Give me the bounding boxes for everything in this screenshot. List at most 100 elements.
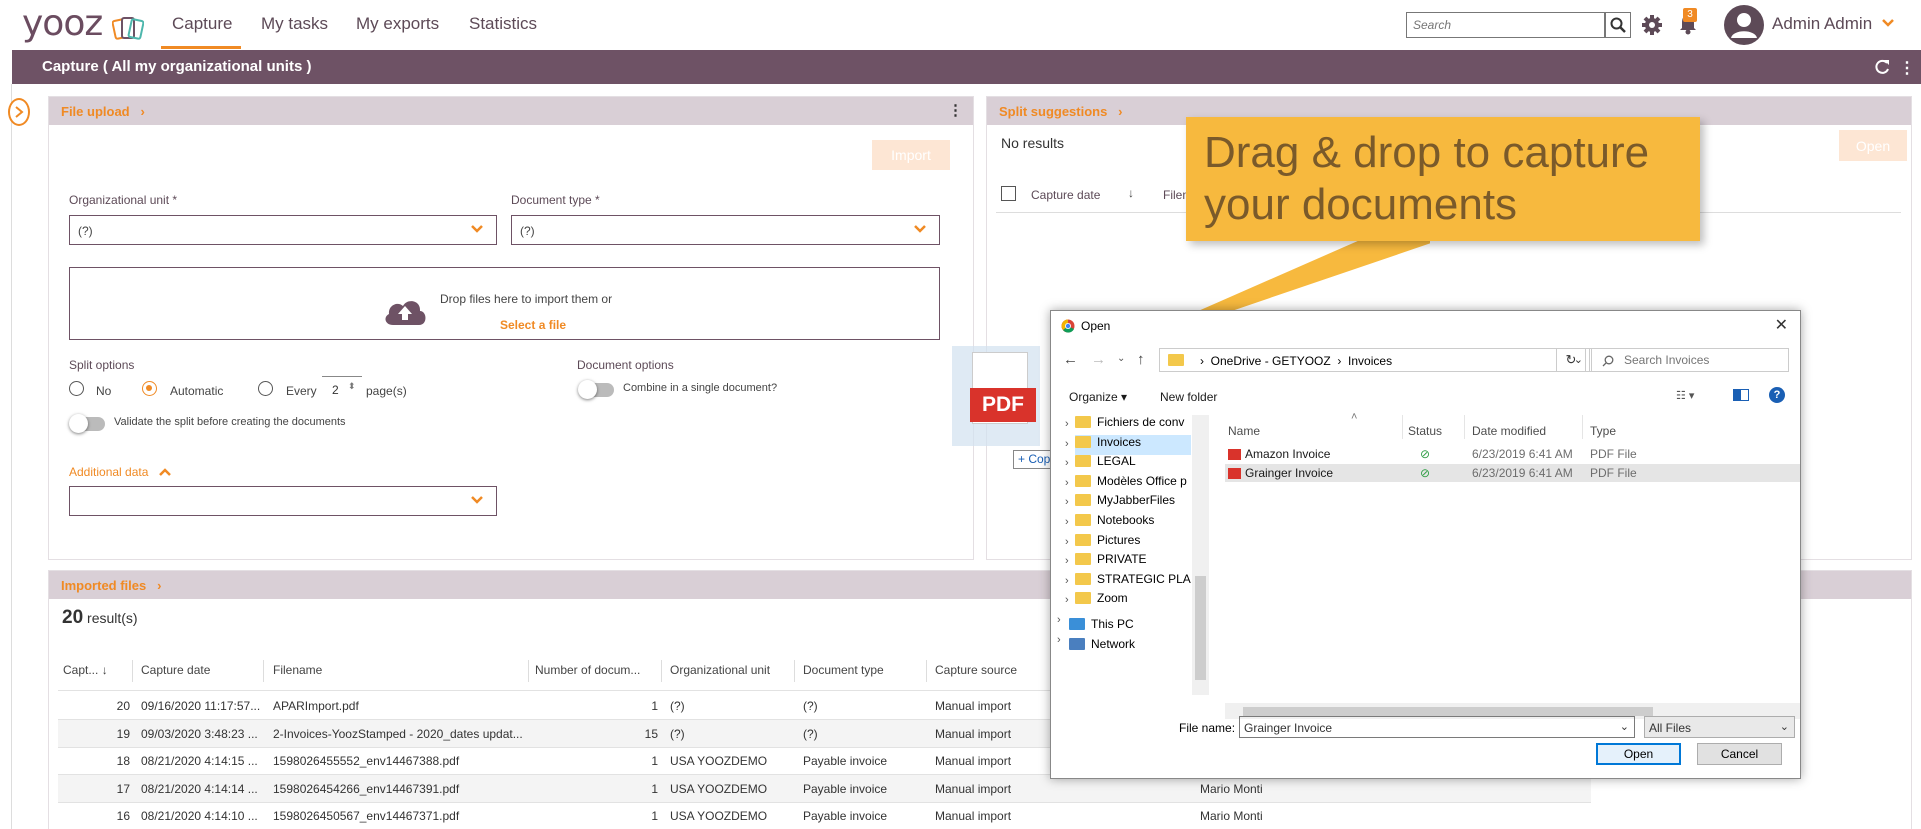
forward-arrow-icon[interactable]: →: [1091, 351, 1106, 368]
expand-arrow-icon[interactable]: ›: [1057, 614, 1061, 626]
avatar-icon[interactable]: [1723, 4, 1765, 46]
additional-data-select[interactable]: [69, 486, 497, 516]
open-suggestion-button[interactable]: Open: [1839, 130, 1907, 161]
select-file-link[interactable]: Select a file: [500, 318, 566, 332]
more-options-icon[interactable]: ⋮: [1899, 58, 1915, 78]
tab-capture[interactable]: Capture: [172, 14, 232, 34]
view-options-icon[interactable]: ☷ ▾: [1676, 389, 1694, 402]
select-all-checkbox[interactable]: [1001, 186, 1016, 201]
breadcrumb-onedrive[interactable]: OneDrive - GETYOOZ: [1211, 354, 1331, 368]
tab-my-exports[interactable]: My exports: [356, 14, 439, 34]
nav-item-myjabberfiles[interactable]: MyJabberFiles: [1075, 493, 1191, 513]
col-capture-date[interactable]: Capture date: [141, 663, 210, 677]
expand-panel-button[interactable]: [8, 98, 30, 126]
more-options-icon[interactable]: ⋮: [948, 101, 963, 119]
help-icon[interactable]: ?: [1769, 387, 1785, 403]
expand-arrow-icon[interactable]: ›: [1065, 516, 1069, 528]
file-name: Grainger Invoice: [1245, 466, 1334, 480]
doc-type-select[interactable]: (?): [511, 215, 940, 245]
col-filename[interactable]: Filename: [273, 663, 322, 677]
expand-arrow-icon[interactable]: ›: [1065, 457, 1069, 469]
refresh-icon[interactable]: [1873, 58, 1891, 76]
address-bar[interactable]: › OneDrive - GETYOOZ › Invoices ⌄: [1159, 348, 1592, 372]
dialog-search-input[interactable]: [1590, 349, 1788, 371]
up-arrow-icon[interactable]: ↑: [1137, 351, 1145, 368]
stepper-arrows-icon[interactable]: ⬍: [348, 381, 356, 392]
pages-stepper[interactable]: 2 ⬍: [322, 376, 362, 398]
pages-label: page(s): [366, 384, 407, 398]
drop-zone[interactable]: Drop files here to import them or Select…: [69, 267, 940, 340]
search-input[interactable]: [1407, 13, 1604, 37]
nav-item-private[interactable]: PRIVATE: [1075, 552, 1191, 572]
organize-menu[interactable]: Organize ▾: [1069, 390, 1127, 404]
col-document-type[interactable]: Document type: [803, 663, 884, 677]
expand-arrow-icon[interactable]: ›: [1065, 418, 1069, 430]
imported-files-title[interactable]: Imported files ›: [61, 578, 161, 593]
split-automatic-radio[interactable]: [142, 381, 157, 396]
col-date-modified[interactable]: Date modified: [1472, 424, 1546, 438]
combine-toggle[interactable]: [578, 380, 614, 399]
nav-item-strategic-plan[interactable]: STRATEGIC PLAN: [1075, 572, 1191, 592]
nav-item-pictures[interactable]: Pictures: [1075, 533, 1191, 553]
dialog-cancel-button[interactable]: Cancel: [1697, 743, 1782, 765]
tab-my-tasks[interactable]: My tasks: [261, 14, 328, 34]
expand-arrow-icon[interactable]: ›: [1065, 555, 1069, 567]
col-status[interactable]: Status: [1408, 424, 1442, 438]
expand-arrow-icon[interactable]: ›: [1057, 634, 1061, 646]
user-name[interactable]: Admin Admin: [1772, 14, 1872, 34]
file-name-input[interactable]: Grainger Invoice ⌄: [1239, 716, 1635, 738]
sort-arrow-icon[interactable]: ↓: [1128, 186, 1134, 200]
col-capture-source[interactable]: Capture source: [935, 663, 1017, 677]
tab-statistics[interactable]: Statistics: [469, 14, 537, 34]
nav-item-invoices[interactable]: Invoices: [1075, 434, 1191, 455]
split-every-radio[interactable]: [258, 381, 273, 396]
file-list-scroll-thumb[interactable]: [1243, 707, 1653, 716]
nav-item-legal[interactable]: LEGAL: [1075, 454, 1191, 474]
column-separator: [926, 660, 927, 682]
file-upload-title[interactable]: File upload ›: [61, 104, 145, 119]
dialog-open-button[interactable]: Open: [1596, 743, 1681, 765]
expand-arrow-icon[interactable]: ›: [1065, 536, 1069, 548]
breadcrumb-invoices[interactable]: Invoices: [1348, 354, 1392, 368]
search-button[interactable]: [1605, 12, 1631, 38]
nav-item-network[interactable]: Network: [1069, 637, 1185, 657]
file-row-amazon-invoice[interactable]: Amazon Invoice ⊘ 6/23/2019 6:41 AM PDF F…: [1225, 445, 1800, 463]
nav-item-zoom[interactable]: Zoom: [1075, 591, 1191, 611]
file-type-select[interactable]: All Files ⌄: [1644, 716, 1795, 738]
org-unit-select[interactable]: (?): [69, 215, 497, 245]
col-org-unit[interactable]: Organizational unit: [670, 663, 770, 677]
expand-arrow-icon[interactable]: ›: [1065, 575, 1069, 587]
col-capture-date[interactable]: Capture date: [1031, 188, 1100, 202]
file-row-grainger-invoice[interactable]: Grainger Invoice ⊘ 6/23/2019 6:41 AM PDF…: [1225, 464, 1800, 482]
col-capture-number[interactable]: Capt... ↓: [63, 663, 108, 677]
col-type[interactable]: Type: [1590, 424, 1616, 438]
new-folder-button[interactable]: New folder: [1160, 390, 1217, 404]
recent-dropdown-icon[interactable]: ⌄: [1117, 353, 1125, 364]
back-arrow-icon[interactable]: ←: [1063, 351, 1078, 368]
nav-item-notebooks[interactable]: Notebooks: [1075, 513, 1191, 533]
validate-split-toggle[interactable]: [69, 414, 105, 433]
expand-arrow-icon[interactable]: ›: [1065, 594, 1069, 606]
col-number-of-documents[interactable]: Number of docum...: [535, 663, 640, 677]
expand-arrow-icon[interactable]: ›: [1065, 477, 1069, 489]
import-button[interactable]: Import: [872, 140, 950, 170]
nav-item-this-pc[interactable]: This PC: [1069, 617, 1185, 637]
col-name[interactable]: Name: [1228, 424, 1260, 438]
nav-scroll-thumb[interactable]: [1195, 576, 1206, 680]
refresh-icon[interactable]: ↻: [1556, 348, 1586, 372]
expand-arrow-icon[interactable]: ›: [1065, 496, 1069, 508]
folder-icon: [1075, 474, 1091, 487]
additional-data-toggle[interactable]: Additional data: [69, 465, 172, 479]
nav-item-mod-les-office-p[interactable]: Modèles Office p: [1075, 474, 1191, 494]
split-suggestions-title[interactable]: Split suggestions ›: [999, 104, 1123, 119]
expand-arrow-icon[interactable]: ›: [1065, 438, 1069, 450]
close-icon[interactable]: ✕: [1775, 315, 1788, 335]
gear-icon[interactable]: [1641, 14, 1663, 36]
chevron-down-icon[interactable]: ⌄: [1620, 720, 1629, 733]
chevron-down-icon[interactable]: [1881, 18, 1895, 28]
column-separator: [1582, 415, 1583, 439]
split-no-radio[interactable]: [69, 381, 84, 396]
preview-pane-icon[interactable]: [1733, 389, 1749, 401]
yooz-logo[interactable]: yooz: [22, 6, 103, 42]
nav-item-fichiers-de-conv[interactable]: Fichiers de conv: [1075, 415, 1191, 435]
